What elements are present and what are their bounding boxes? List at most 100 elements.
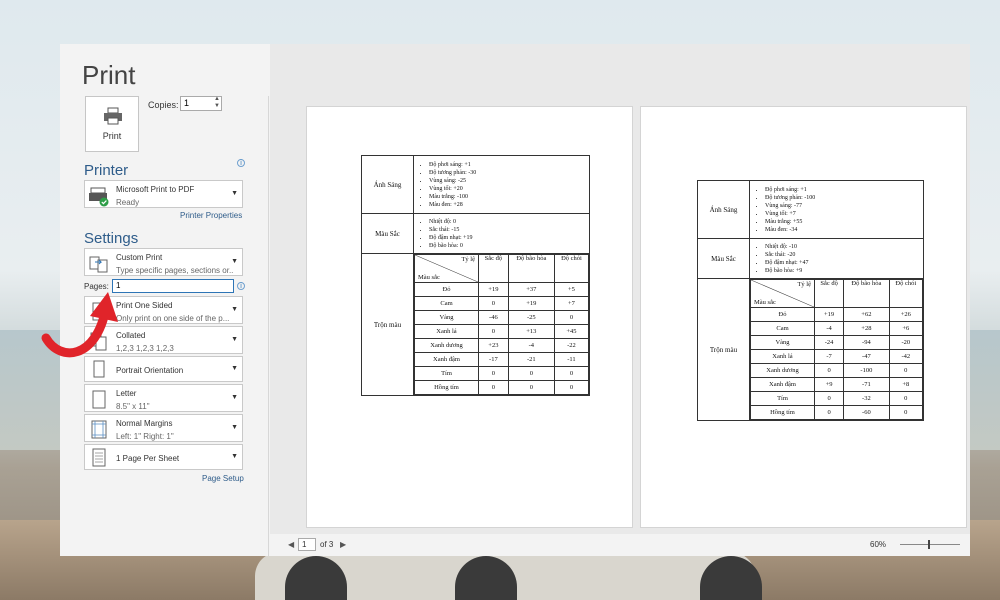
- value-cell: 0: [553, 366, 590, 381]
- list-item: Độ tương phản: -30: [429, 169, 587, 177]
- color-name-cell: Xanh đậm: [414, 352, 479, 367]
- color-name-cell: Tím: [414, 366, 479, 381]
- table-row: Cam 0 +19 +7: [414, 296, 590, 311]
- value-cell: -20: [888, 335, 924, 350]
- list-item: Sắc thái: -20: [765, 251, 921, 259]
- value-cell: -17: [478, 352, 509, 367]
- zoom-slider[interactable]: [900, 540, 960, 549]
- page-setup-link[interactable]: Page Setup: [202, 474, 244, 483]
- next-page-icon[interactable]: ▶: [340, 540, 346, 549]
- table-header-row: Tỷ lệ Màu sắc Sắc độ Độ bão hòa Độ chói: [750, 279, 924, 308]
- chevron-down-icon: ▼: [231, 365, 238, 372]
- column-header: Độ bão hòa: [843, 279, 890, 308]
- printer-icon: [89, 187, 109, 207]
- print-button-label: Print: [102, 131, 122, 141]
- value-cell: 0: [507, 366, 555, 381]
- chevron-down-icon: ▼: [231, 424, 238, 431]
- preview-footer: ◀ 1 of 3 ▶ 60%: [270, 534, 970, 556]
- info-icon[interactable]: i: [237, 282, 245, 290]
- value-cell: +37: [507, 282, 555, 297]
- value-cell: -11: [553, 352, 590, 367]
- table-row: Đỏ +19 +62 +26: [750, 307, 924, 322]
- print-preview: Ánh Sáng Độ phơi sáng: +1Độ tương phản: …: [270, 44, 970, 534]
- chevron-down-icon: ▼: [231, 306, 238, 313]
- table-header-row: Tỷ lệ Màu sắc Sắc độ Độ bão hòa Độ chói: [414, 254, 590, 283]
- list-item: Nhiệt độ: -10: [765, 243, 921, 251]
- zoom-slider-thumb[interactable]: [928, 540, 930, 549]
- settings-section-title: Settings: [84, 230, 139, 247]
- list-item: Độ phơi sáng: +1: [429, 161, 587, 169]
- list-item: Vùng sáng: -25: [429, 177, 587, 185]
- value-cell: -46: [478, 310, 509, 325]
- setting-detail: 8.5" x 11": [116, 402, 150, 411]
- corner-top-label: Tỷ lệ: [461, 256, 475, 263]
- copies-spinner[interactable]: ▲ ▼: [212, 96, 222, 111]
- color-mix-table: Tỷ lệ Màu sắc Sắc độ Độ bão hòa Độ chói Đỏ +19…: [414, 254, 590, 395]
- value-cell: -100: [843, 363, 890, 378]
- list-item: Vùng tối: +20: [429, 185, 587, 193]
- pages-per-sheet-dropdown[interactable]: 1 Page Per Sheet ▼: [84, 444, 243, 470]
- value-cell: +5: [553, 282, 590, 297]
- value-cell: 0: [478, 324, 509, 339]
- value-cell: +19: [478, 282, 509, 297]
- color-name-cell: Tím: [750, 391, 815, 406]
- value-cell: -4: [813, 321, 845, 336]
- previous-page-icon[interactable]: ◀: [288, 540, 294, 549]
- value-cell: +62: [843, 307, 890, 322]
- table-row: Vàng -24 -94 -20: [750, 335, 924, 350]
- value-cell: 0: [478, 296, 509, 311]
- printer-dropdown[interactable]: Microsoft Print to PDF Ready ▼: [84, 180, 243, 208]
- setting-label: Custom Print: [116, 253, 163, 262]
- color-name-cell: Vàng: [750, 335, 815, 350]
- table-row: Vàng -46 -25 0: [414, 310, 590, 325]
- list-item: Độ bão hòa: +9: [765, 267, 921, 275]
- color-name-cell: Xanh dương: [414, 338, 479, 353]
- page-title: Print: [82, 60, 136, 90]
- page-count: of 3: [320, 540, 334, 549]
- custom-print-icon: [89, 256, 108, 273]
- color-name-cell: Xanh lá: [414, 324, 479, 339]
- corner-bottom-label: Màu sắc: [754, 299, 776, 306]
- column-header: Độ bão hòa: [507, 254, 555, 283]
- printer-name: Microsoft Print to PDF: [116, 185, 195, 194]
- preview-page: Ánh Sáng Độ phơi sáng: +1Độ tương phản: …: [640, 106, 967, 528]
- table-row: Đỏ +19 +37 +5: [414, 282, 590, 297]
- corner-header-cell: Tỷ lệ Màu sắc: [414, 254, 479, 283]
- settings-table: Ánh Sáng Độ phơi sáng: +1Độ tương phản: …: [697, 180, 924, 421]
- value-cell: +45: [553, 324, 590, 339]
- value-cell: -42: [888, 349, 924, 364]
- print-range-dropdown[interactable]: Custom Print Type specific pages, sectio…: [84, 248, 243, 276]
- list-item: Độ phơi sáng: +1: [765, 186, 921, 194]
- printer-properties-link[interactable]: Printer Properties: [180, 211, 242, 220]
- column-header: Độ chói: [888, 279, 924, 308]
- info-icon[interactable]: i: [237, 159, 245, 167]
- page-number-input[interactable]: 1: [298, 538, 316, 551]
- value-cell: +6: [888, 321, 924, 336]
- color-name-cell: Xanh lá: [750, 349, 815, 364]
- list-item: Màu đen: -34: [765, 226, 921, 234]
- table-row: Hồng tím 0 -60 0: [750, 405, 924, 420]
- value-cell: 0: [888, 405, 924, 420]
- row-label: Trộn màu: [361, 253, 414, 396]
- value-cell: 0: [553, 310, 590, 325]
- list-item: Nhiệt độ: 0: [429, 218, 587, 226]
- color-mix-table: Tỷ lệ Màu sắc Sắc độ Độ bão hòa Độ chói Đỏ +19…: [750, 279, 924, 420]
- color-name-cell: Xanh đậm: [750, 377, 815, 392]
- row-label: Ánh Sáng: [361, 155, 414, 214]
- color-name-cell: Vàng: [414, 310, 479, 325]
- printer-status: Ready: [116, 198, 140, 207]
- pane-divider: [268, 96, 269, 556]
- value-cell: +13: [507, 324, 555, 339]
- print-button[interactable]: Print: [85, 96, 139, 152]
- setting-detail: Left: 1" Right: 1": [116, 432, 174, 441]
- zoom-level: 60%: [870, 540, 887, 549]
- pages-input[interactable]: 1: [112, 279, 234, 293]
- settings-table: Ánh Sáng Độ phơi sáng: +1Độ tương phản: …: [361, 155, 590, 396]
- settings-list: Độ phơi sáng: +1Độ tương phản: -100Vùng …: [752, 186, 921, 234]
- value-cell: -94: [843, 335, 890, 350]
- table-row: Cam -4 +28 +6: [750, 321, 924, 336]
- value-cell: +26: [888, 307, 924, 322]
- row-label: Ánh Sáng: [697, 180, 750, 239]
- paper-size-dropdown[interactable]: Letter 8.5" x 11" ▼: [84, 384, 243, 412]
- margins-dropdown[interactable]: Normal Margins Left: 1" Right: 1" ▼: [84, 414, 243, 442]
